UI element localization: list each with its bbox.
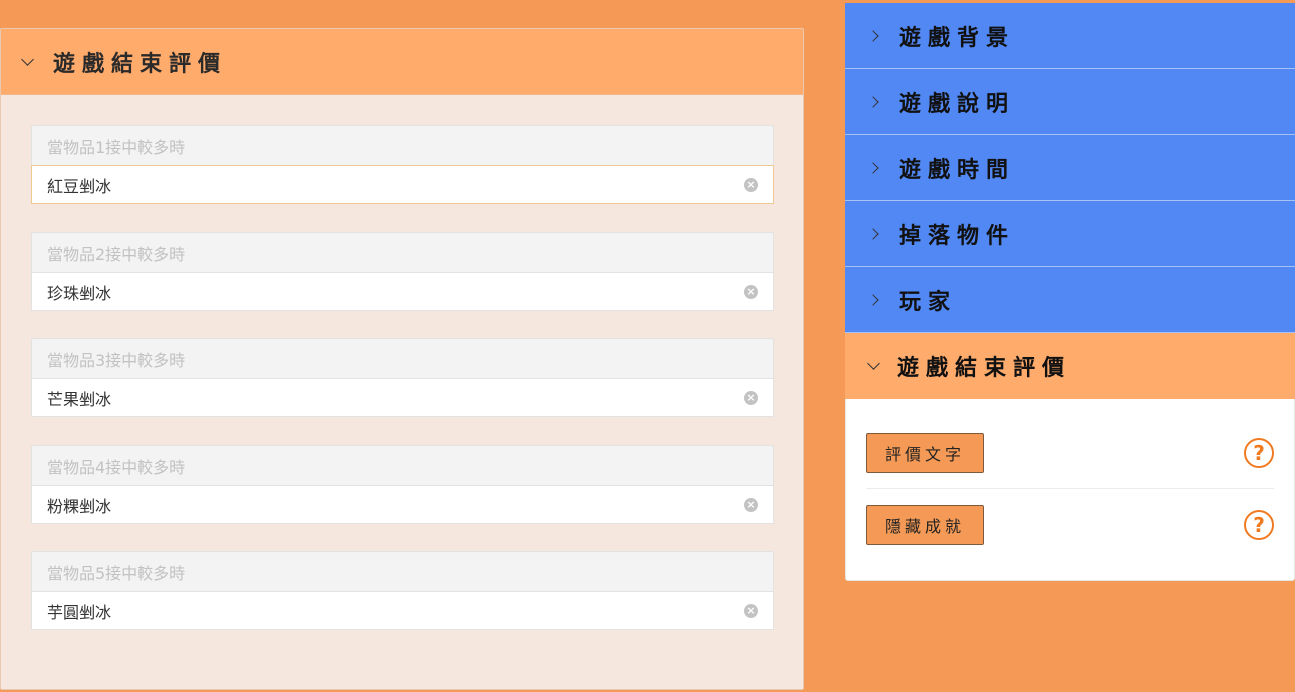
field-label: 當物品1接中較多時 bbox=[31, 125, 774, 165]
chevron-right-icon bbox=[867, 161, 879, 174]
accordion-item-game-background[interactable]: 遊戲背景 bbox=[845, 3, 1295, 69]
chevron-right-icon bbox=[867, 95, 879, 108]
field-group-3: 當物品3接中較多時 芒果剉冰 × bbox=[31, 338, 774, 417]
accordion-label: 遊戲說明 bbox=[899, 91, 1016, 117]
field-label: 當物品5接中較多時 bbox=[31, 551, 774, 591]
end-rating-panel-header[interactable]: 遊戲結束評價 bbox=[1, 29, 803, 95]
field-label: 當物品2接中較多時 bbox=[31, 232, 774, 272]
clear-icon[interactable]: × bbox=[744, 177, 758, 192]
field-value: 芒果剉冰 bbox=[47, 389, 112, 409]
field-input[interactable]: 芒果剉冰 × bbox=[31, 378, 774, 417]
help-icon[interactable]: ? bbox=[1244, 438, 1274, 468]
clear-icon[interactable]: × bbox=[744, 284, 758, 299]
end-rating-options: 評價文字 ? 隱藏成就 ? bbox=[845, 399, 1295, 581]
field-value: 粉粿剉冰 bbox=[47, 496, 112, 516]
field-group-4: 當物品4接中較多時 粉粿剉冰 × bbox=[31, 445, 774, 524]
field-value: 芋圓剉冰 bbox=[47, 602, 112, 622]
chevron-down-icon bbox=[21, 52, 34, 66]
clear-icon[interactable]: × bbox=[744, 390, 758, 405]
chevron-down-icon bbox=[867, 357, 880, 370]
field-group-5: 當物品5接中較多時 芋圓剉冰 × bbox=[31, 551, 774, 630]
clear-icon[interactable]: × bbox=[744, 497, 758, 512]
accordion-item-game-time[interactable]: 遊戲時間 bbox=[845, 135, 1295, 201]
accordion-item-player[interactable]: 玩家 bbox=[845, 267, 1295, 333]
field-input[interactable]: 紅豆剉冰 × bbox=[31, 165, 774, 204]
option-row-hidden-achievement: 隱藏成就 ? bbox=[866, 489, 1274, 560]
accordion-item-end-rating[interactable]: 遊戲結束評價 bbox=[845, 333, 1295, 399]
option-row-rating-text: 評價文字 ? bbox=[866, 418, 1274, 489]
accordion-label: 掉落物件 bbox=[899, 223, 1016, 249]
chevron-right-icon bbox=[867, 29, 879, 42]
field-label: 當物品3接中較多時 bbox=[31, 338, 774, 378]
accordion-item-falling-objects[interactable]: 掉落物件 bbox=[845, 201, 1295, 267]
field-group-2: 當物品2接中較多時 珍珠剉冰 × bbox=[31, 232, 774, 311]
end-rating-panel: 遊戲結束評價 當物品1接中較多時 紅豆剉冰 × 當物品2接中較多時 珍珠剉冰 ×… bbox=[0, 28, 804, 690]
accordion-label: 玩家 bbox=[899, 289, 958, 315]
accordion-label: 遊戲時間 bbox=[899, 157, 1016, 183]
accordion-label: 遊戲背景 bbox=[899, 25, 1016, 51]
field-label: 當物品4接中較多時 bbox=[31, 445, 774, 485]
field-input[interactable]: 粉粿剉冰 × bbox=[31, 485, 774, 524]
panel-title: 遊戲結束評價 bbox=[53, 51, 228, 77]
field-input[interactable]: 珍珠剉冰 × bbox=[31, 272, 774, 311]
field-value: 紅豆剉冰 bbox=[47, 176, 112, 196]
chevron-right-icon bbox=[867, 293, 879, 306]
accordion-label: 遊戲結束評價 bbox=[897, 356, 1072, 381]
field-value: 珍珠剉冰 bbox=[47, 283, 112, 303]
help-icon[interactable]: ? bbox=[1244, 509, 1274, 540]
rating-text-button[interactable]: 評價文字 bbox=[866, 433, 985, 473]
settings-accordion: 遊戲背景 遊戲說明 遊戲時間 掉落物件 玩家 遊戲結束評價 評價文字 ? 隱藏成… bbox=[845, 3, 1295, 581]
chevron-right-icon bbox=[867, 227, 879, 240]
field-input[interactable]: 芋圓剉冰 × bbox=[31, 591, 774, 630]
field-group-1: 當物品1接中較多時 紅豆剉冰 × bbox=[31, 125, 774, 204]
clear-icon[interactable]: × bbox=[744, 603, 758, 618]
accordion-item-game-instructions[interactable]: 遊戲說明 bbox=[845, 69, 1295, 135]
hidden-achievement-button[interactable]: 隱藏成就 bbox=[866, 504, 985, 545]
